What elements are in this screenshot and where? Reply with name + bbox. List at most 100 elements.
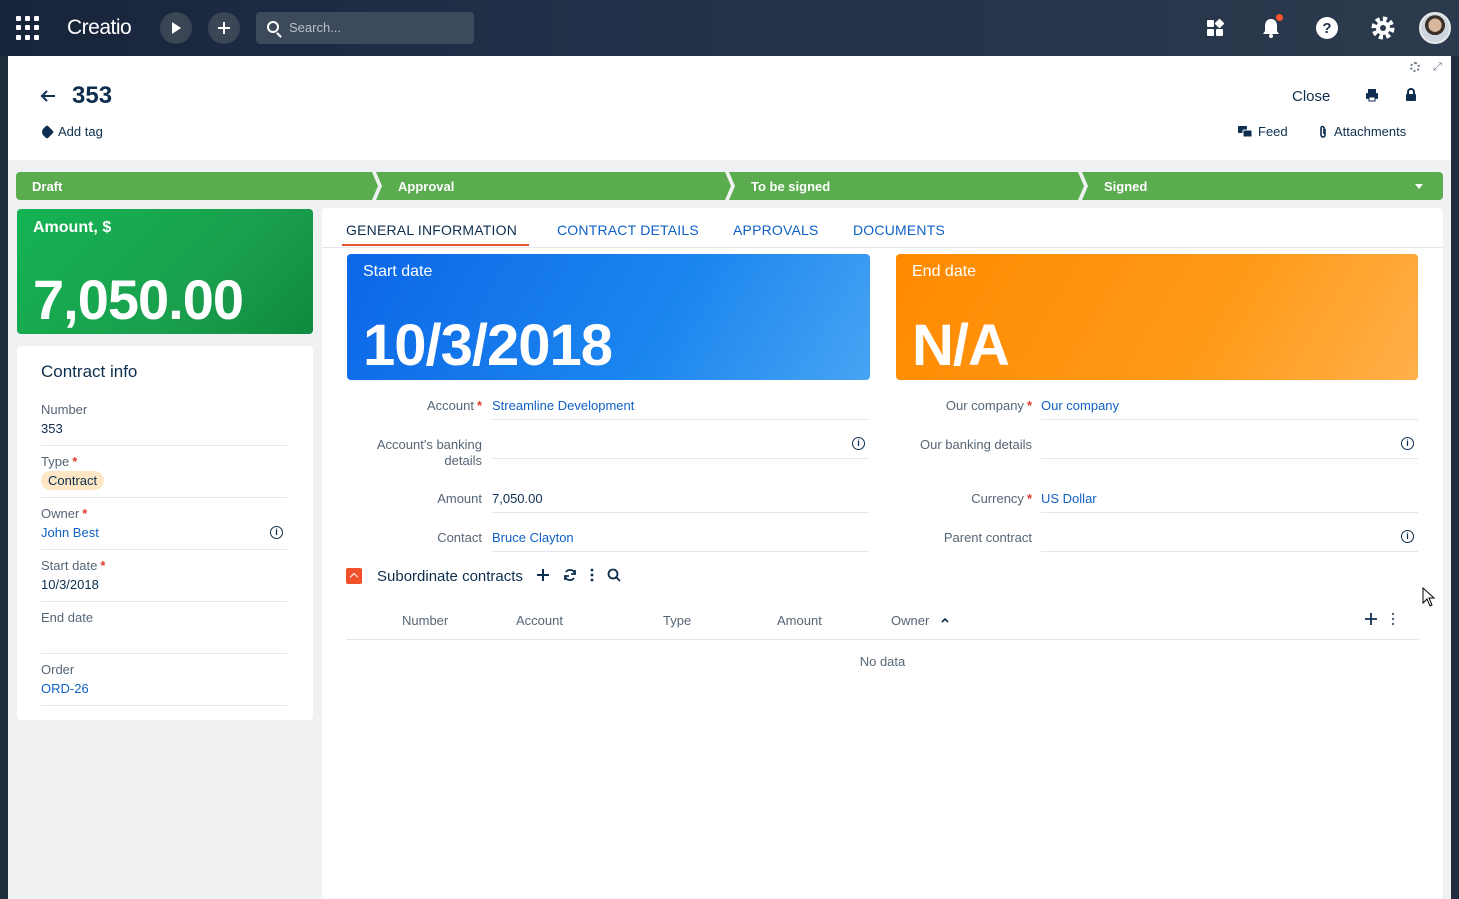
avatar[interactable] xyxy=(1419,12,1451,44)
page-settings-icon[interactable] xyxy=(1410,62,1420,72)
play-icon xyxy=(172,22,181,34)
print-icon[interactable] xyxy=(1365,88,1379,102)
lock-icon[interactable] xyxy=(1404,88,1418,102)
info-icon[interactable]: i xyxy=(1401,530,1414,543)
sort-asc-icon[interactable] xyxy=(941,617,949,623)
plus-icon xyxy=(218,22,230,34)
apps-grid-icon[interactable] xyxy=(16,16,40,40)
field-label: Start date xyxy=(41,558,98,573)
contact-field[interactable]: Bruce Clayton xyxy=(492,530,869,552)
field-label-row: Type * xyxy=(41,454,287,469)
account-label-row: Account * xyxy=(362,398,482,413)
help-icon[interactable]: ? xyxy=(1314,14,1340,42)
column-number[interactable]: Number xyxy=(402,613,448,628)
attachments-button[interactable]: Attachments xyxy=(1318,124,1406,139)
empty-state: No data xyxy=(859,654,906,669)
search-icon xyxy=(607,568,621,582)
stage-to-be-signed[interactable]: To be signed xyxy=(729,172,1084,200)
stage-draft[interactable]: Draft xyxy=(16,172,378,200)
feed-button[interactable]: Feed xyxy=(1238,124,1288,139)
tab-documents[interactable]: DOCUMENTS xyxy=(853,222,945,238)
gear-icon[interactable] xyxy=(1370,14,1396,42)
type-chip[interactable]: Contract xyxy=(41,471,105,490)
tag-icon xyxy=(39,124,55,139)
info-icon[interactable]: i xyxy=(270,526,283,539)
subordinate-grid-header: Number Account Type Amount Owner xyxy=(346,598,1419,640)
expand-icon[interactable]: ⤢ xyxy=(1433,62,1443,73)
close-button[interactable]: Close xyxy=(1292,88,1330,105)
chevron-down-icon[interactable] xyxy=(1415,184,1423,189)
search-input[interactable]: Search... xyxy=(256,12,474,44)
owner-field[interactable]: Owner * John Best i xyxy=(41,506,287,550)
account-link[interactable]: Streamline Development xyxy=(492,398,634,413)
type-field[interactable]: Type * Contract xyxy=(41,454,287,498)
required-marker: * xyxy=(1026,398,1032,413)
contract-info-title: Contract info xyxy=(41,362,138,381)
more-options-button[interactable] xyxy=(590,568,594,585)
column-owner[interactable]: Owner xyxy=(891,613,929,628)
our-company-link[interactable]: Our company xyxy=(1041,398,1119,413)
contract-info-card: Contract info Number 353 Type * Contract … xyxy=(17,346,313,720)
field-label-row: Owner * xyxy=(41,506,287,521)
mouse-cursor-icon xyxy=(1422,587,1436,607)
info-icon[interactable]: i xyxy=(852,437,865,450)
column-account[interactable]: Account xyxy=(516,613,563,628)
dashboard-icon[interactable] xyxy=(1202,14,1228,42)
account-banking-field[interactable]: i xyxy=(492,437,869,459)
required-marker: * xyxy=(82,506,88,521)
run-process-button[interactable] xyxy=(160,12,192,44)
stage-signed[interactable]: Signed xyxy=(1082,172,1443,200)
stage-label: Approval xyxy=(398,178,455,194)
column-type[interactable]: Type xyxy=(663,613,691,628)
refresh-button[interactable] xyxy=(563,568,577,585)
tab-contract-details[interactable]: CONTRACT DETAILS xyxy=(557,222,699,238)
field-label: Type xyxy=(41,454,70,469)
record-header: 353 Add tag Close ⤢ Feed Attachments xyxy=(8,56,1451,160)
svg-text:?: ? xyxy=(1322,20,1331,37)
required-marker: * xyxy=(72,454,78,469)
notification-dot xyxy=(1276,14,1283,21)
plus-icon[interactable] xyxy=(1364,612,1378,626)
main-panel: GENERAL INFORMATION CONTRACT DETAILS APP… xyxy=(322,208,1443,899)
collapse-button[interactable] xyxy=(346,568,362,584)
account-label: Account xyxy=(426,398,474,413)
our-company-field[interactable]: Our company xyxy=(1041,398,1418,420)
start-date-field[interactable]: Start date * 10/3/2018 xyxy=(41,558,287,602)
parent-contract-field[interactable]: i xyxy=(1041,530,1418,552)
quick-add-button[interactable] xyxy=(208,12,240,44)
order-link[interactable]: ORD-26 xyxy=(41,681,287,696)
back-arrow-icon[interactable] xyxy=(40,89,56,103)
kpi-value: N/A xyxy=(912,313,1010,378)
our-banking-field[interactable]: i xyxy=(1041,437,1418,459)
kpi-label: Start date xyxy=(363,263,433,280)
tab-approvals[interactable]: APPROVALS xyxy=(733,222,819,238)
search-button[interactable] xyxy=(607,568,621,585)
column-amount[interactable]: Amount xyxy=(777,613,822,628)
stage-approval[interactable]: Approval xyxy=(376,172,731,200)
amount-card: Amount, $ 7,050.00 xyxy=(17,209,313,334)
tab-general-information[interactable]: GENERAL INFORMATION xyxy=(346,222,517,238)
end-date-kpi: End date N/A xyxy=(896,254,1418,380)
add-record-button[interactable] xyxy=(536,568,550,585)
field-label: Order xyxy=(41,662,75,677)
currency-field[interactable]: US Dollar xyxy=(1041,491,1418,513)
more-icon[interactable] xyxy=(1391,612,1395,626)
required-marker: * xyxy=(476,398,482,413)
stage-bar: Draft Approval To be signed Signed xyxy=(16,172,1443,200)
contact-link[interactable]: Bruce Clayton xyxy=(492,530,574,545)
field-label: Owner xyxy=(41,506,80,521)
currency-link[interactable]: US Dollar xyxy=(1041,491,1097,506)
number-field[interactable]: Number 353 xyxy=(41,402,287,446)
account-banking-label-line1: Account's banking xyxy=(376,437,482,452)
attachments-label: Attachments xyxy=(1334,124,1407,139)
account-field[interactable]: Streamline Development xyxy=(492,398,869,420)
order-field[interactable]: Order ORD-26 xyxy=(41,662,287,706)
owner-link[interactable]: John Best xyxy=(41,525,287,540)
add-tag-button[interactable]: Add tag xyxy=(39,124,103,139)
bell-icon[interactable] xyxy=(1258,14,1284,42)
amount-field[interactable]: 7,050.00 xyxy=(492,491,869,513)
logo[interactable]: Creatio xyxy=(67,16,132,40)
end-date-field[interactable]: End date xyxy=(41,610,287,654)
field-value: 353 xyxy=(41,421,63,436)
info-icon[interactable]: i xyxy=(1401,437,1414,450)
